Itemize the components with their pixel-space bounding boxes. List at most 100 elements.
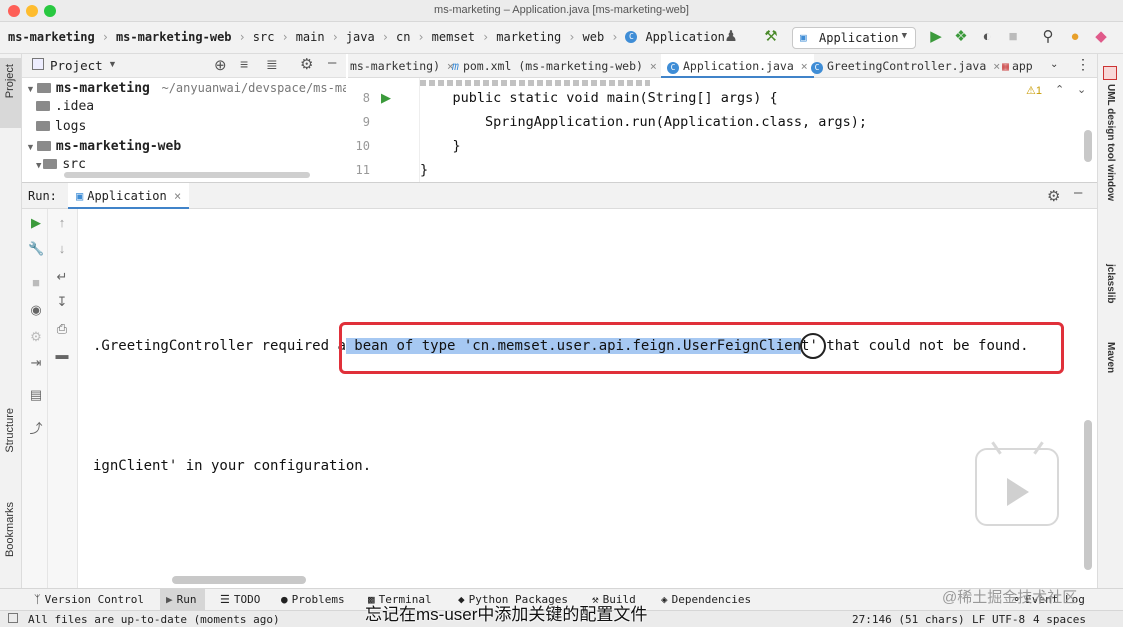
console-output[interactable]: .GreetingController required a bean of t… — [79, 209, 1097, 588]
chevron-down-icon[interactable]: ⌄ — [1050, 54, 1058, 78]
folder-icon — [43, 159, 58, 169]
warning-indicator[interactable]: ⚠1 — [1026, 84, 1042, 97]
trash-icon[interactable]: ▬ — [54, 347, 70, 363]
update-icon[interactable]: ● — [1066, 28, 1084, 46]
stop-icon[interactable]: ■ — [28, 275, 44, 291]
breadcrumb-item[interactable]: src — [253, 30, 275, 44]
plugin-logo-icon[interactable]: ◆ — [1092, 28, 1110, 46]
minimize-icon[interactable]: – — [328, 54, 336, 71]
camera-icon[interactable]: ◉ — [28, 302, 44, 318]
wrench-icon[interactable]: 🔧 — [28, 241, 44, 257]
rerun-icon[interactable]: ▶ — [28, 215, 44, 231]
indent-setting[interactable]: 4 spaces — [1033, 613, 1086, 626]
maven-tool-button[interactable]: Maven — [1105, 342, 1116, 373]
class-icon: C — [667, 62, 679, 74]
debug-icon[interactable]: ❖ — [952, 28, 970, 46]
user-icon[interactable]: ♟ — [722, 28, 740, 46]
pin-icon[interactable]: ⤴ — [28, 421, 44, 437]
tab-run[interactable]: ▶ Run — [160, 589, 205, 610]
caret-position[interactable]: 27:146 (51 chars) — [852, 613, 965, 626]
tree-item[interactable]: logs — [36, 119, 86, 138]
uml-icon — [1103, 66, 1117, 80]
editor-tab-bar: ms-marketing) × m pom.xml (ms-marketing-w… — [348, 54, 1097, 78]
status-icon[interactable] — [8, 613, 18, 623]
structure-tool-button[interactable]: Structure — [4, 408, 16, 453]
tree-item[interactable]: ▼ ms-marketing ~/anyuanwai/devspace/ms-ma — [26, 80, 346, 99]
play-icon — [1007, 478, 1029, 506]
jclasslib-tool-button[interactable]: jclasslib — [1105, 264, 1116, 303]
build-hammer-icon[interactable]: ⚒ — [762, 28, 780, 46]
branch-icon: ᛉ — [34, 593, 41, 606]
app-config-icon: ▣ — [76, 189, 84, 203]
chevron-up-icon[interactable]: ⌃ — [1055, 83, 1064, 96]
editor-vertical-scrollbar[interactable] — [1084, 130, 1092, 162]
console-horizontal-scrollbar[interactable] — [172, 576, 306, 584]
run-gutter-icon[interactable]: ▶ — [381, 90, 391, 106]
breadcrumb-item[interactable]: cn — [396, 30, 410, 44]
tree-item[interactable]: ▼ ms-marketing-web — [26, 138, 181, 157]
breadcrumb-item[interactable]: main — [296, 30, 325, 44]
tab-dependencies[interactable]: ◈ Dependencies — [661, 593, 751, 606]
coverage-icon[interactable]: ◐ — [978, 28, 996, 46]
stop-icon[interactable]: ■ — [1004, 28, 1022, 46]
minimize-icon[interactable]: – — [1074, 184, 1082, 201]
project-panel-title[interactable]: Project — [50, 58, 103, 73]
uml-tool-button[interactable]: UML design tool window — [1105, 84, 1116, 201]
video-player-logo[interactable] — [975, 441, 1059, 526]
tab-problems[interactable]: ● Problems — [281, 593, 345, 606]
more-icon[interactable]: ⋮ — [1076, 54, 1090, 78]
horizontal-scrollbar[interactable] — [64, 172, 310, 178]
line-separator[interactable]: LF — [972, 613, 985, 626]
project-tool-button[interactable]: Project — [0, 58, 21, 128]
window-title: ms-marketing – Application.java [ms-mark… — [434, 4, 689, 16]
exit-icon[interactable]: ⇥ — [28, 355, 44, 371]
locate-icon[interactable]: ⊕ — [214, 56, 227, 74]
line-number: 8 — [362, 91, 370, 105]
chevron-down-icon[interactable]: ⌄ — [1077, 83, 1086, 96]
line-number: 10 — [355, 139, 370, 153]
status-message: All files are up-to-date (moments ago) — [28, 613, 280, 626]
watermark: @稀土掘金技术社区 — [942, 589, 1078, 606]
scroll-to-end-icon[interactable]: ↧ — [54, 294, 70, 310]
editor-tab[interactable]: m pom.xml (ms-marketing-web) × — [452, 54, 657, 78]
gear-icon[interactable]: ⚙ — [300, 55, 313, 73]
project-view-icon — [32, 58, 44, 70]
breadcrumb-item[interactable]: marketing — [496, 30, 561, 44]
list-icon: ☰ — [220, 593, 230, 606]
print-icon[interactable]: ⎙ — [54, 321, 70, 337]
tab-todo[interactable]: ☰ TODO — [220, 593, 260, 606]
folder-icon — [36, 141, 51, 151]
chevron-down-icon[interactable]: ▼ — [108, 59, 117, 69]
tree-item[interactable]: .idea — [36, 99, 94, 118]
arrow-up-icon[interactable]: ↑ — [54, 215, 70, 231]
run-panel-label: Run: — [28, 189, 57, 203]
run-icon[interactable]: ▶ — [927, 28, 945, 46]
editor-tab-active[interactable]: C Application.java × — [661, 54, 814, 78]
file-encoding[interactable]: UTF-8 — [992, 613, 1025, 626]
editor-tab[interactable]: ms-marketing) × — [350, 54, 454, 78]
run-tab-application[interactable]: ▣ Application × — [68, 183, 190, 209]
breadcrumb-item[interactable]: ms-marketing — [8, 30, 95, 44]
breadcrumb-item[interactable]: Application — [645, 30, 724, 44]
collapse-all-icon[interactable]: ≣ — [266, 56, 278, 73]
arrow-down-icon[interactable]: ↓ — [54, 241, 70, 257]
gear-icon[interactable]: ⚙ — [1047, 187, 1060, 205]
breadcrumb-item[interactable]: java — [346, 30, 375, 44]
run-icon: ▶ — [166, 593, 173, 606]
tab-version-control[interactable]: ᛉ Version Control — [34, 593, 144, 606]
editor-tab[interactable]: ▦ app — [1002, 54, 1033, 78]
expand-all-icon[interactable]: ≡ — [240, 56, 248, 72]
search-icon[interactable]: ⚲ — [1039, 28, 1057, 46]
bookmarks-tool-button[interactable]: Bookmarks — [4, 502, 16, 557]
settings-icon[interactable]: ⚙ — [28, 329, 44, 345]
project-panel-header: Project ▼ ⊕ ≡ ≣ ⚙ – — [22, 54, 346, 78]
breadcrumb-item[interactable]: ms-marketing-web — [116, 30, 232, 44]
layout-icon[interactable]: ▤ — [28, 387, 44, 403]
soft-wrap-icon[interactable]: ↵ — [54, 269, 70, 285]
run-configuration-select[interactable]: ▣ Application ▼ — [792, 27, 916, 49]
window-titlebar: ms-marketing – Application.java [ms-mark… — [0, 0, 1123, 22]
breadcrumb-item[interactable]: memset — [432, 30, 475, 44]
editor-tab[interactable]: C GreetingController.java × — [811, 54, 1000, 78]
console-vertical-scrollbar[interactable] — [1084, 420, 1092, 570]
breadcrumb-item[interactable]: web — [583, 30, 605, 44]
